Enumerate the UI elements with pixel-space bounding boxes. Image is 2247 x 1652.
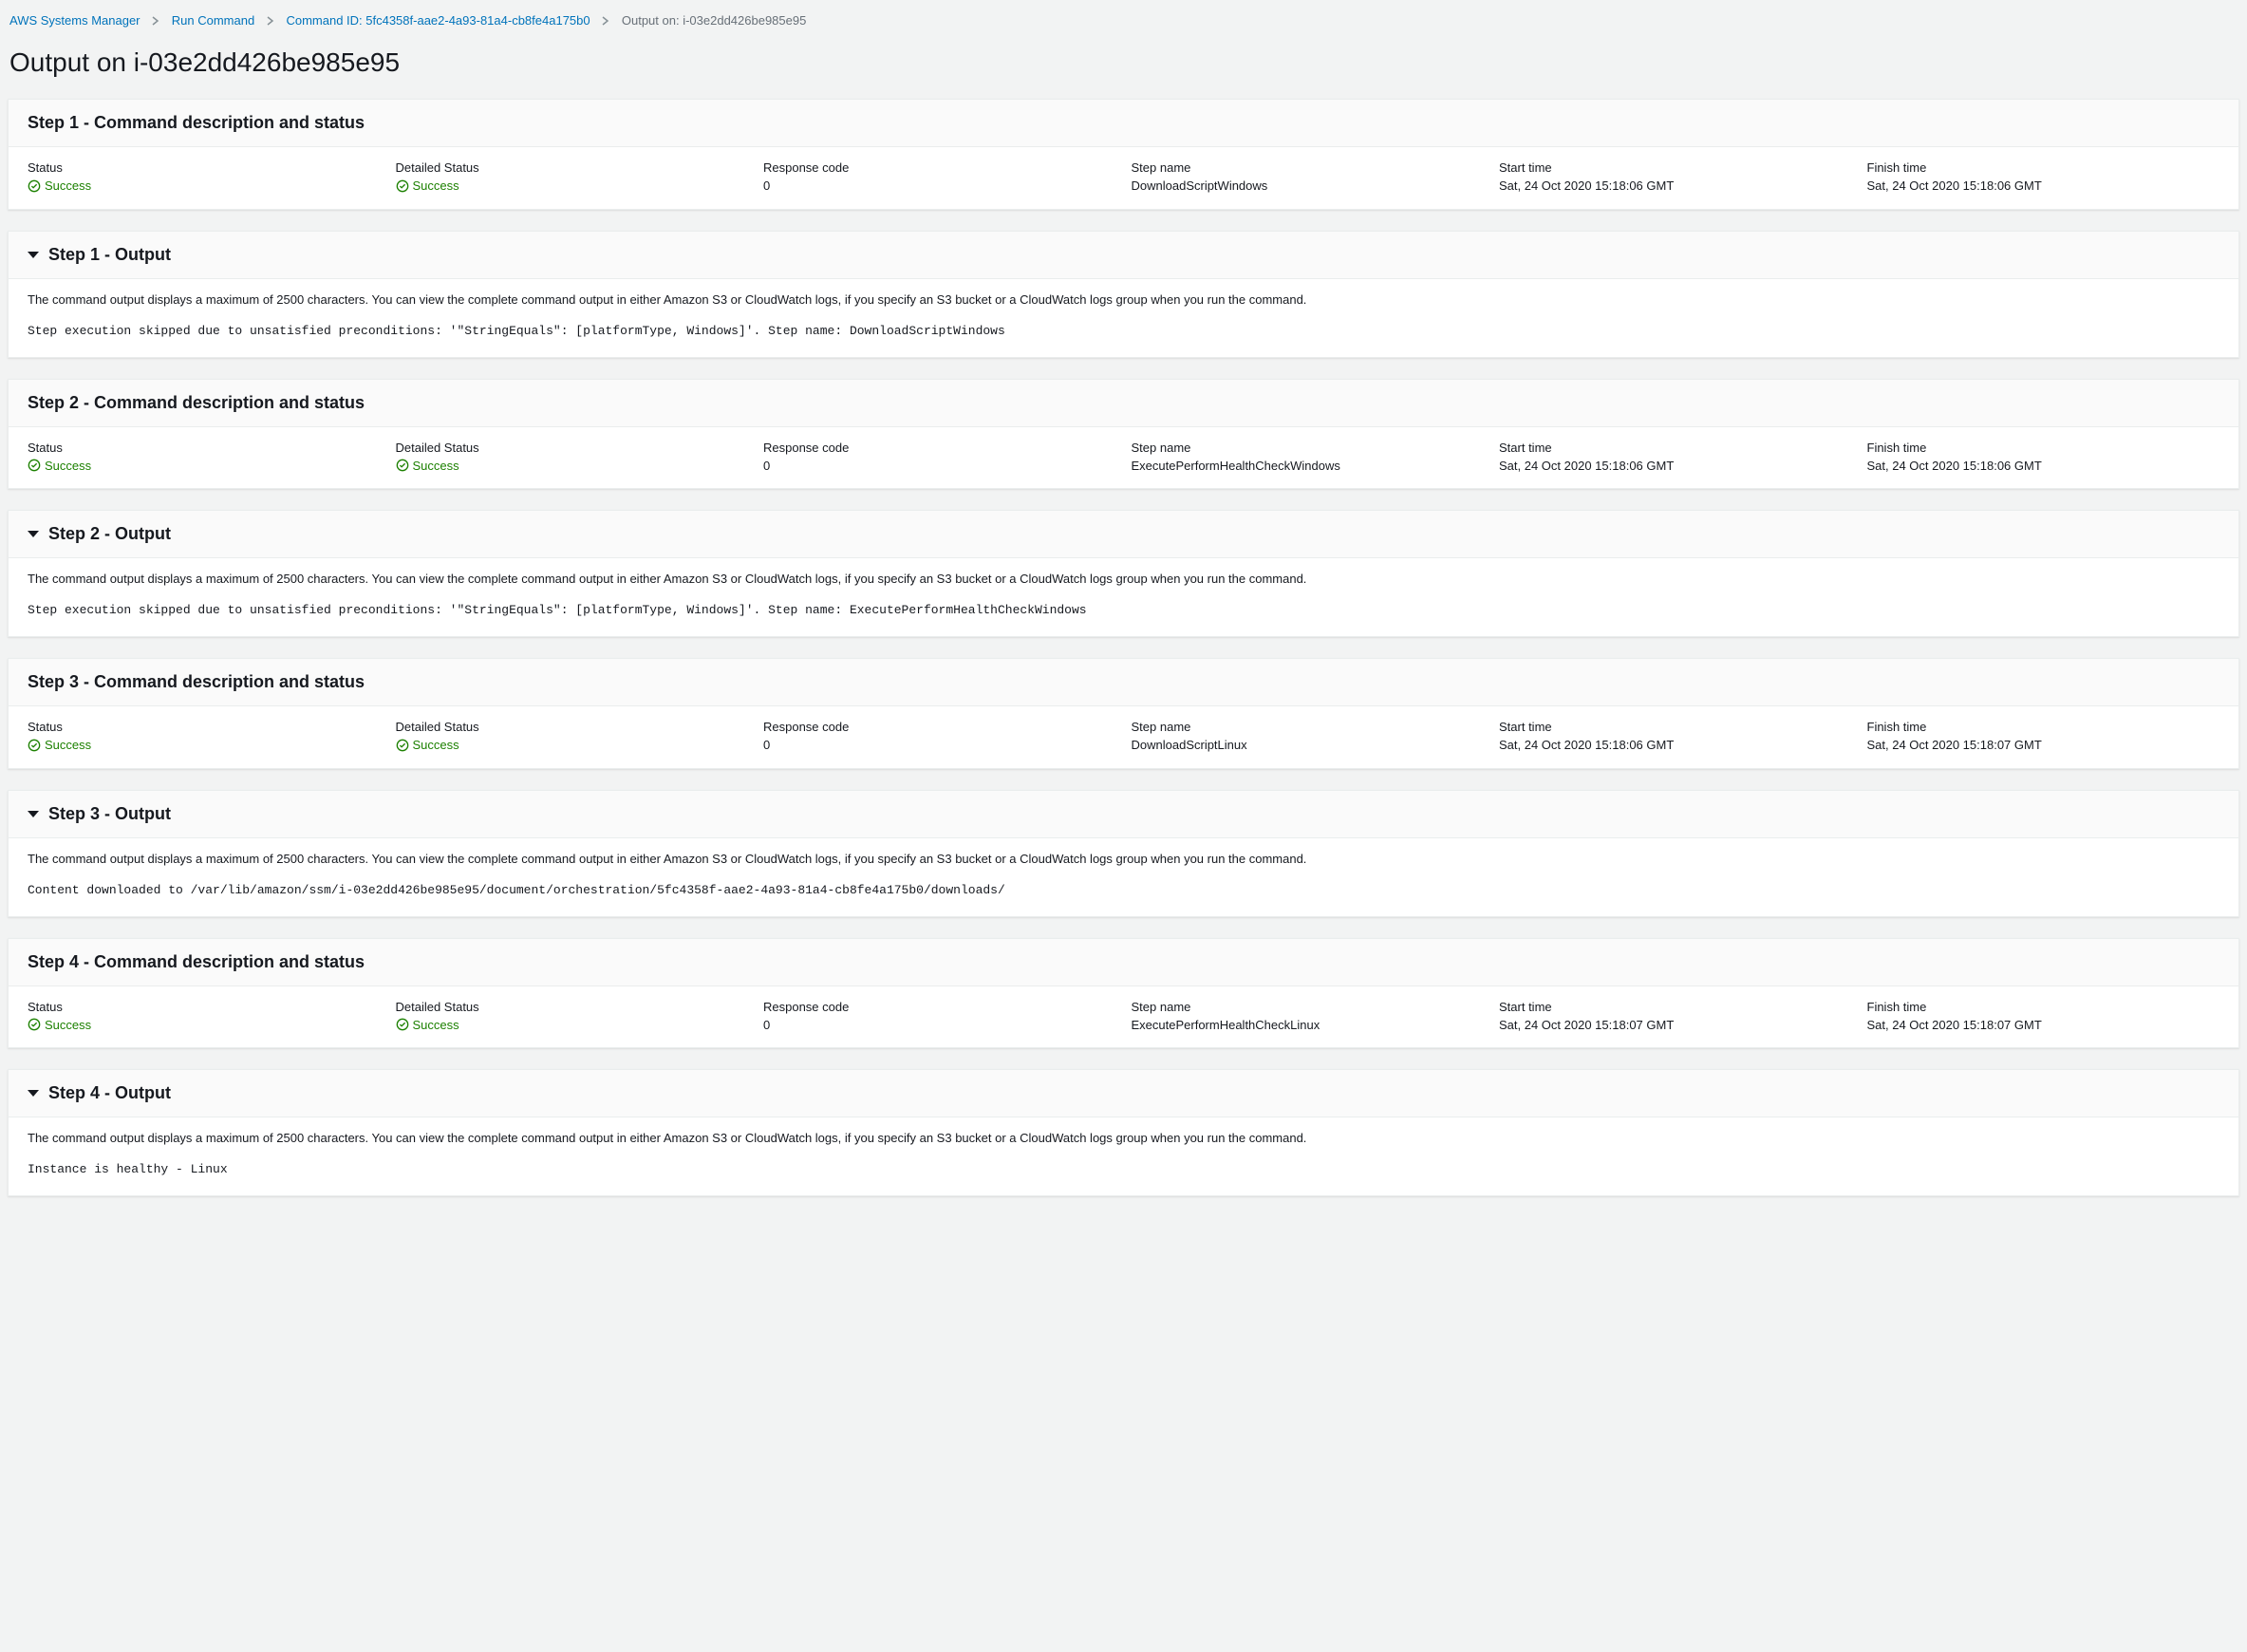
panel-title: Step 3 - Output bbox=[48, 804, 171, 824]
detailed-status-success: Success bbox=[396, 459, 459, 473]
detailed-status-label: Detailed Status bbox=[396, 160, 749, 175]
detailed-status-label: Detailed Status bbox=[396, 720, 749, 734]
caret-down-icon bbox=[28, 531, 39, 537]
status-success: Success bbox=[28, 459, 91, 473]
finish-time-value: Sat, 24 Oct 2020 15:18:07 GMT bbox=[1867, 738, 2220, 752]
caret-down-icon bbox=[28, 1090, 39, 1097]
response-code-value: 0 bbox=[763, 178, 1116, 193]
response-code-value: 0 bbox=[763, 738, 1116, 752]
caret-down-icon bbox=[28, 811, 39, 817]
finish-time-label: Finish time bbox=[1867, 1000, 2220, 1014]
response-code-label: Response code bbox=[763, 1000, 1116, 1014]
panel-title: Step 1 - Output bbox=[48, 245, 171, 265]
success-check-icon bbox=[396, 739, 409, 752]
output-toggle[interactable]: Step 2 - Output bbox=[28, 524, 2219, 544]
finish-time-value: Sat, 24 Oct 2020 15:18:06 GMT bbox=[1867, 178, 2220, 193]
response-code-label: Response code bbox=[763, 160, 1116, 175]
step-name-value: DownloadScriptWindows bbox=[1132, 178, 1485, 193]
status-label: Status bbox=[28, 160, 381, 175]
status-success: Success bbox=[28, 178, 91, 193]
breadcrumb-current: Output on: i-03e2dd426be985e95 bbox=[622, 13, 806, 28]
step-description-panel: Step 1 - Command description and status … bbox=[8, 99, 2239, 210]
success-check-icon bbox=[28, 179, 41, 193]
breadcrumb-link[interactable]: Run Command bbox=[172, 13, 254, 28]
start-time-value: Sat, 24 Oct 2020 15:18:07 GMT bbox=[1499, 1018, 1852, 1032]
detailed-status-label: Detailed Status bbox=[396, 441, 749, 455]
output-note: The command output displays a maximum of… bbox=[28, 292, 2219, 307]
start-time-label: Start time bbox=[1499, 720, 1852, 734]
status-success: Success bbox=[28, 1018, 91, 1032]
start-time-value: Sat, 24 Oct 2020 15:18:06 GMT bbox=[1499, 178, 1852, 193]
output-note: The command output displays a maximum of… bbox=[28, 572, 2219, 586]
caret-down-icon bbox=[28, 252, 39, 258]
start-time-label: Start time bbox=[1499, 1000, 1852, 1014]
finish-time-value: Sat, 24 Oct 2020 15:18:06 GMT bbox=[1867, 459, 2220, 473]
step-name-value: ExecutePerformHealthCheckLinux bbox=[1132, 1018, 1485, 1032]
status-label: Status bbox=[28, 441, 381, 455]
step-description-panel: Step 4 - Command description and status … bbox=[8, 938, 2239, 1049]
status-label: Status bbox=[28, 720, 381, 734]
step-output-panel: Step 3 - Output The command output displ… bbox=[8, 790, 2239, 917]
panel-title: Step 4 - Output bbox=[48, 1083, 171, 1103]
step-name-value: ExecutePerformHealthCheckWindows bbox=[1132, 459, 1485, 473]
success-check-icon bbox=[396, 459, 409, 472]
step-name-value: DownloadScriptLinux bbox=[1132, 738, 1485, 752]
panel-title: Step 2 - Command description and status bbox=[28, 393, 2219, 413]
step-output-panel: Step 1 - Output The command output displ… bbox=[8, 231, 2239, 358]
output-note: The command output displays a maximum of… bbox=[28, 1131, 2219, 1145]
finish-time-label: Finish time bbox=[1867, 441, 2220, 455]
chevron-right-icon bbox=[266, 14, 275, 28]
output-text: Step execution skipped due to unsatisfie… bbox=[28, 320, 2219, 344]
finish-time-label: Finish time bbox=[1867, 720, 2220, 734]
response-code-value: 0 bbox=[763, 1018, 1116, 1032]
success-check-icon bbox=[28, 739, 41, 752]
success-check-icon bbox=[396, 179, 409, 193]
output-note: The command output displays a maximum of… bbox=[28, 852, 2219, 866]
output-toggle[interactable]: Step 4 - Output bbox=[28, 1083, 2219, 1103]
output-text: Content downloaded to /var/lib/amazon/ss… bbox=[28, 879, 2219, 903]
response-code-value: 0 bbox=[763, 459, 1116, 473]
panel-title: Step 3 - Command description and status bbox=[28, 672, 2219, 692]
step-name-label: Step name bbox=[1132, 441, 1485, 455]
status-success: Success bbox=[28, 738, 91, 752]
detailed-status-success: Success bbox=[396, 1018, 459, 1032]
success-check-icon bbox=[396, 1018, 409, 1031]
panel-title: Step 2 - Output bbox=[48, 524, 171, 544]
start-time-value: Sat, 24 Oct 2020 15:18:06 GMT bbox=[1499, 738, 1852, 752]
step-description-panel: Step 2 - Command description and status … bbox=[8, 379, 2239, 490]
breadcrumb-link[interactable]: AWS Systems Manager bbox=[9, 13, 140, 28]
start-time-value: Sat, 24 Oct 2020 15:18:06 GMT bbox=[1499, 459, 1852, 473]
output-toggle[interactable]: Step 1 - Output bbox=[28, 245, 2219, 265]
start-time-label: Start time bbox=[1499, 441, 1852, 455]
chevron-right-icon bbox=[601, 14, 610, 28]
detailed-status-success: Success bbox=[396, 738, 459, 752]
output-toggle[interactable]: Step 3 - Output bbox=[28, 804, 2219, 824]
breadcrumb: AWS Systems Manager Run Command Command … bbox=[8, 9, 2239, 42]
panel-title: Step 4 - Command description and status bbox=[28, 952, 2219, 972]
step-name-label: Step name bbox=[1132, 1000, 1485, 1014]
breadcrumb-link[interactable]: Command ID: 5fc4358f-aae2-4a93-81a4-cb8f… bbox=[286, 13, 590, 28]
finish-time-value: Sat, 24 Oct 2020 15:18:07 GMT bbox=[1867, 1018, 2220, 1032]
detailed-status-success: Success bbox=[396, 178, 459, 193]
success-check-icon bbox=[28, 459, 41, 472]
status-label: Status bbox=[28, 1000, 381, 1014]
response-code-label: Response code bbox=[763, 720, 1116, 734]
success-check-icon bbox=[28, 1018, 41, 1031]
chevron-right-icon bbox=[151, 14, 160, 28]
detailed-status-label: Detailed Status bbox=[396, 1000, 749, 1014]
panel-title: Step 1 - Command description and status bbox=[28, 113, 2219, 133]
step-name-label: Step name bbox=[1132, 160, 1485, 175]
step-name-label: Step name bbox=[1132, 720, 1485, 734]
response-code-label: Response code bbox=[763, 441, 1116, 455]
output-text: Step execution skipped due to unsatisfie… bbox=[28, 599, 2219, 623]
output-text: Instance is healthy - Linux bbox=[28, 1158, 2219, 1182]
step-output-panel: Step 4 - Output The command output displ… bbox=[8, 1069, 2239, 1196]
start-time-label: Start time bbox=[1499, 160, 1852, 175]
finish-time-label: Finish time bbox=[1867, 160, 2220, 175]
step-output-panel: Step 2 - Output The command output displ… bbox=[8, 510, 2239, 637]
page-title: Output on i-03e2dd426be985e95 bbox=[9, 47, 2239, 78]
step-description-panel: Step 3 - Command description and status … bbox=[8, 658, 2239, 769]
